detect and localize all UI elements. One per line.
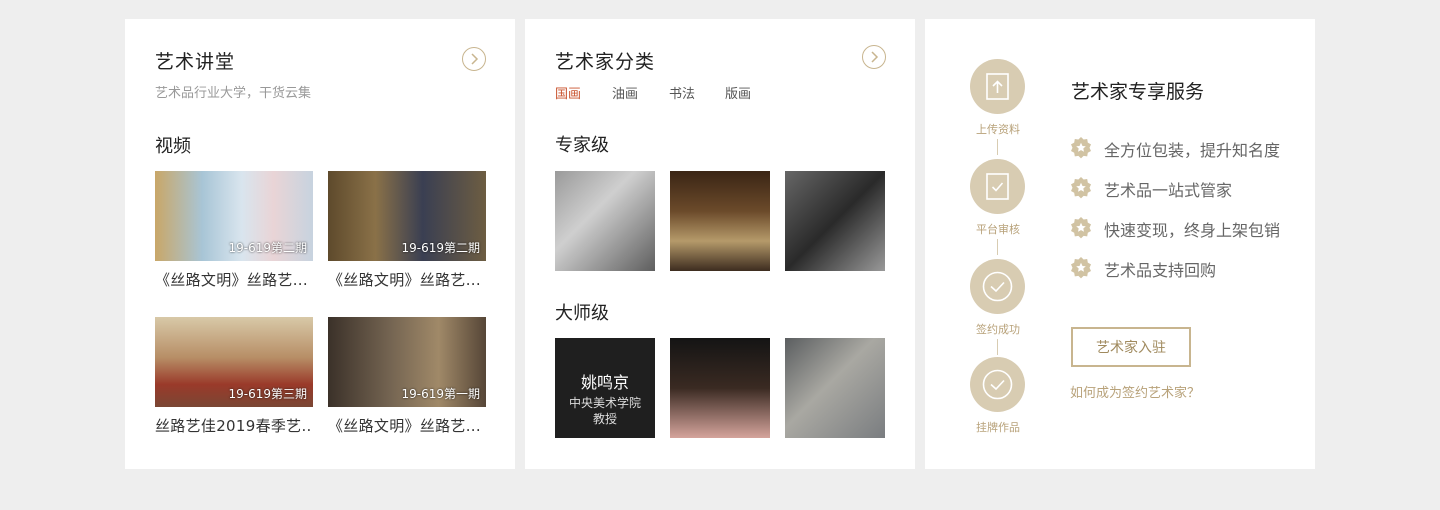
expert-level-title: 专家级 [555, 135, 609, 156]
feature-text: 艺术品一站式管家 [1104, 181, 1233, 200]
artist-org: 中央美术学院 [568, 396, 641, 410]
video-episode-tag: 19-619第二期 [401, 241, 480, 255]
lecture-title: 艺术讲堂 [155, 51, 236, 73]
step-connector [997, 239, 998, 255]
video-item[interactable]: 19-619第一期 《丝路文明》丝路艺... [328, 317, 486, 436]
step-listed-label: 挂牌作品 [976, 421, 1020, 434]
category-more-button[interactable] [862, 45, 886, 69]
video-thumbnail: 19-619第三期 [155, 317, 313, 407]
review-document-icon [986, 173, 1009, 200]
video-episode-tag: 19-619第一期 [401, 387, 480, 401]
video-item[interactable]: 19-619第二期 《丝路文明》丝路艺... [328, 171, 486, 290]
award-badge-icon [1071, 137, 1091, 159]
artist-position: 教授 [592, 412, 617, 426]
artist-photo[interactable] [670, 338, 770, 438]
feature-text: 全方位包装，提升知名度 [1104, 141, 1281, 160]
artist-photo[interactable] [670, 171, 770, 271]
service-title: 艺术家专享服务 [1071, 81, 1205, 103]
video-thumbnail: 19-619第二期 [328, 171, 486, 261]
video-thumbnail: 19-619第一期 [328, 317, 486, 407]
video-item[interactable]: 19-619第三期 丝路艺佳2019春季艺... [155, 317, 313, 436]
step-connector [997, 339, 998, 355]
lecture-more-button[interactable] [462, 47, 486, 71]
chevron-right-icon [871, 51, 879, 63]
tab-youhua[interactable]: 油画 [612, 83, 638, 102]
master-level-title: 大师级 [555, 303, 609, 324]
video-title: 《丝路文明》丝路艺... [328, 271, 481, 289]
feature-text: 艺术品支持回购 [1104, 261, 1217, 280]
artist-name: 姚鸣京 [580, 373, 629, 392]
video-title: 丝路艺佳2019春季艺... [155, 417, 313, 435]
video-section-title: 视频 [155, 136, 191, 157]
artist-photo[interactable] [555, 171, 655, 271]
step-signed-circle [970, 259, 1025, 314]
tab-banhua[interactable]: 版画 [725, 83, 751, 102]
video-episode-tag: 19-619第三期 [228, 387, 307, 401]
tab-guohua[interactable]: 国画 [555, 83, 581, 102]
video-title: 《丝路文明》丝路艺... [328, 417, 481, 435]
step-listed-circle [970, 357, 1025, 412]
artist-photo[interactable] [785, 338, 885, 438]
tab-shufa[interactable]: 书法 [669, 83, 695, 102]
lecture-subtitle: 艺术品行业大学，干货云集 [155, 86, 312, 101]
artist-join-button[interactable]: 艺术家入驻 [1071, 327, 1191, 367]
lecture-card: 艺术讲堂 艺术品行业大学，干货云集 视频 19-619第二期 《丝路文明》丝路艺… [125, 19, 515, 469]
artist-service-card: 上传资料 平台审核 签约成功 挂牌作品 艺术家专享服务 全方位包装，提升知名度 [925, 19, 1315, 469]
step-upload-label: 上传资料 [976, 123, 1020, 136]
how-to-sign-link[interactable]: 如何成为签约艺术家？ [1070, 382, 1200, 401]
check-circle-icon [982, 271, 1013, 302]
step-review-circle [970, 159, 1025, 214]
video-title: 《丝路文明》丝路艺... [155, 271, 308, 289]
video-episode-tag: 19-619第二期 [228, 241, 307, 255]
artist-photo-featured[interactable]: 姚鸣京 中央美术学院 教授 [555, 338, 655, 438]
chevron-right-icon [471, 53, 479, 65]
step-signed-label: 签约成功 [976, 323, 1020, 336]
step-review-label: 平台审核 [976, 223, 1020, 236]
artist-photo[interactable] [785, 171, 885, 271]
video-item[interactable]: 19-619第二期 《丝路文明》丝路艺... [155, 171, 313, 290]
check-circle-icon [982, 369, 1013, 400]
feature-text: 快速变现，终身上架包销 [1104, 221, 1281, 240]
award-badge-icon [1071, 257, 1091, 279]
award-badge-icon [1071, 177, 1091, 199]
step-connector [997, 139, 998, 155]
video-thumbnail: 19-619第二期 [155, 171, 313, 261]
artist-category-card: 艺术家分类 国画 油画 书法 版画 专家级 大师级 姚鸣京 中央美术学院 教授 [525, 19, 915, 469]
step-upload-circle [970, 59, 1025, 114]
category-title: 艺术家分类 [555, 51, 656, 73]
upload-document-icon [986, 73, 1009, 100]
award-badge-icon [1071, 217, 1091, 239]
